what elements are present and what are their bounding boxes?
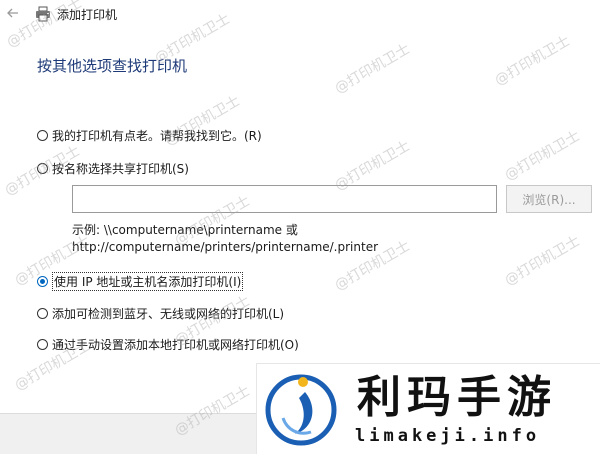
radio-manual-settings[interactable] [37, 339, 48, 350]
option-manual-settings-label: 通过手动设置添加本地打印机或网络打印机(O) [52, 338, 299, 352]
option-old-printer[interactable]: 我的打印机有点老。请帮我找到它。(R) [37, 127, 262, 144]
radio-old-printer[interactable] [37, 130, 48, 141]
option-bluetooth-wireless[interactable]: 添加可检测到蓝牙、无线或网络的打印机(L) [37, 305, 284, 322]
example-line-2: http://computername/printers/printername… [72, 240, 379, 254]
radio-bluetooth-wireless[interactable] [37, 308, 48, 319]
logo-chinese-text: 利玛手游 [357, 372, 557, 423]
shared-printer-name-input[interactable] [72, 185, 497, 213]
page-title: 按其他选项查找打印机 [37, 57, 188, 75]
watermark: @打印机卫士 [332, 40, 413, 97]
footer-bar [0, 413, 260, 454]
option-ip-address-label: 使用 IP 地址或主机名添加打印机(I) [52, 272, 244, 291]
back-arrow-icon[interactable] [6, 6, 20, 20]
logo-domain-text: limakeji.info [355, 426, 541, 446]
option-bluetooth-wireless-label: 添加可检测到蓝牙、无线或网络的打印机(L) [52, 307, 285, 321]
radio-ip-address[interactable] [37, 276, 48, 287]
option-old-printer-label: 我的打印机有点老。请帮我找到它。(R) [52, 129, 262, 143]
printer-icon [36, 6, 50, 22]
option-manual-settings[interactable]: 通过手动设置添加本地打印机或网络打印机(O) [37, 336, 299, 353]
title-bar: 添加打印机 [0, 0, 600, 30]
site-logo-overlay: 利玛手游 limakeji.info [256, 363, 600, 454]
option-ip-address[interactable]: 使用 IP 地址或主机名添加打印机(I) [37, 272, 244, 291]
watermark: @打印机卫士 [502, 232, 583, 289]
option-shared-printer-label: 按名称选择共享打印机(S) [52, 162, 189, 176]
radio-shared-printer[interactable] [37, 163, 48, 174]
example-text: 示例: \\computername\printername 或 http://… [72, 222, 378, 256]
example-line-1: 示例: \\computername\printername 或 [72, 223, 298, 237]
watermark: @打印机卫士 [492, 32, 573, 89]
window-title: 添加打印机 [57, 8, 118, 22]
watermark: @打印机卫士 [502, 127, 583, 184]
limakeji-logo-icon [265, 374, 337, 446]
browse-button[interactable]: 浏览(R)... [506, 185, 592, 213]
option-shared-printer[interactable]: 按名称选择共享打印机(S) [37, 160, 189, 177]
